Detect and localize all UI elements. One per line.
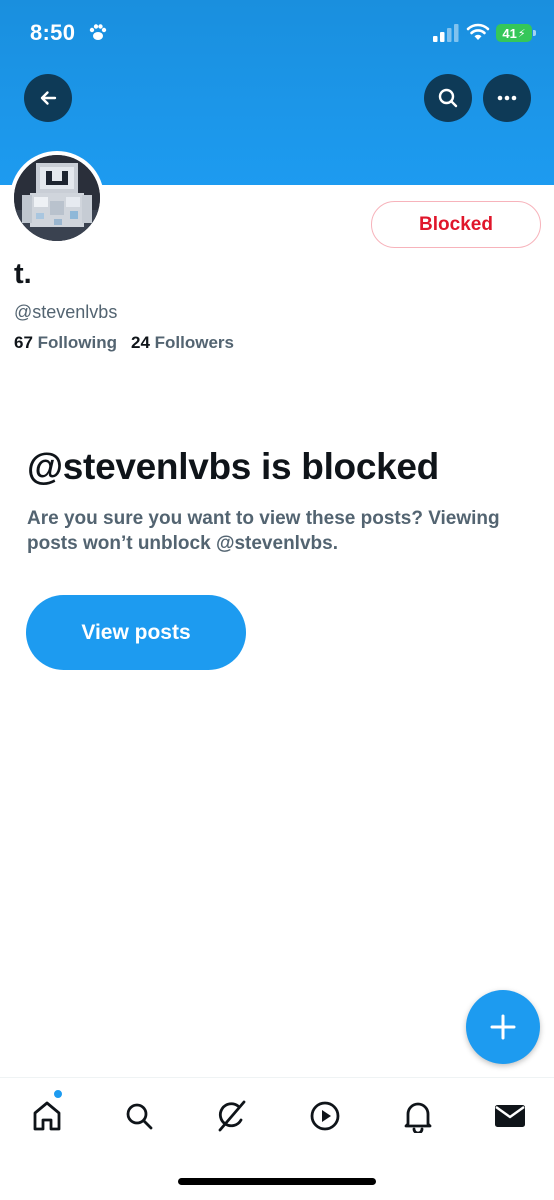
search-icon (438, 88, 458, 108)
plus-icon (490, 1014, 516, 1040)
tab-home[interactable] (25, 1096, 69, 1136)
bell-icon (404, 1102, 432, 1133)
home-indicator (178, 1178, 376, 1185)
envelope-icon (495, 1105, 525, 1127)
following-count: 67 (14, 333, 33, 352)
tab-messages[interactable] (488, 1096, 532, 1136)
blocked-title: @stevenlvbs is blocked (27, 446, 439, 487)
wifi-icon (466, 22, 490, 47)
avatar[interactable] (10, 151, 104, 245)
profile-handle: @stevenlvbs (14, 302, 118, 322)
more-horizontal-icon (497, 95, 517, 101)
search-button[interactable] (424, 74, 472, 122)
search-icon (126, 1103, 153, 1130)
more-button[interactable] (483, 74, 531, 122)
paw-icon (88, 22, 108, 47)
followers-link[interactable]: 24 Followers (131, 333, 234, 353)
cellular-signal-icon (433, 24, 459, 47)
status-bar: 8:50 41 ⚡ (0, 0, 554, 66)
status-time: 8:50 (30, 20, 76, 45)
video-icon (310, 1101, 340, 1131)
avatar-image (14, 155, 100, 241)
charging-bolt-icon: ⚡ (517, 27, 526, 40)
tab-notifications[interactable] (396, 1096, 440, 1136)
home-icon (33, 1101, 61, 1131)
followers-count: 24 (130, 333, 150, 352)
follow-stats: 67 Following 24 Followers (14, 333, 234, 353)
compose-button[interactable] (466, 990, 540, 1064)
battery-level: 41 (502, 25, 517, 41)
tab-grok[interactable] (210, 1096, 254, 1136)
battery-indicator: 41 ⚡ (496, 24, 532, 42)
following-link[interactable]: 67 Following (14, 333, 117, 353)
arrow-left-icon (40, 91, 57, 105)
followers-label: Followers (154, 333, 234, 352)
view-posts-button[interactable]: View posts (26, 595, 246, 670)
blocked-description: Are you sure you want to view these post… (27, 508, 500, 554)
following-label: Following (37, 333, 117, 352)
back-button[interactable] (24, 74, 72, 122)
tab-search[interactable] (117, 1096, 161, 1136)
blocked-button[interactable]: Blocked (371, 201, 541, 248)
tab-video[interactable] (303, 1096, 347, 1136)
display-name: t. (14, 258, 32, 290)
grok-icon (218, 1100, 246, 1132)
battery-tip (533, 30, 536, 36)
home-notification-dot (53, 1089, 63, 1099)
